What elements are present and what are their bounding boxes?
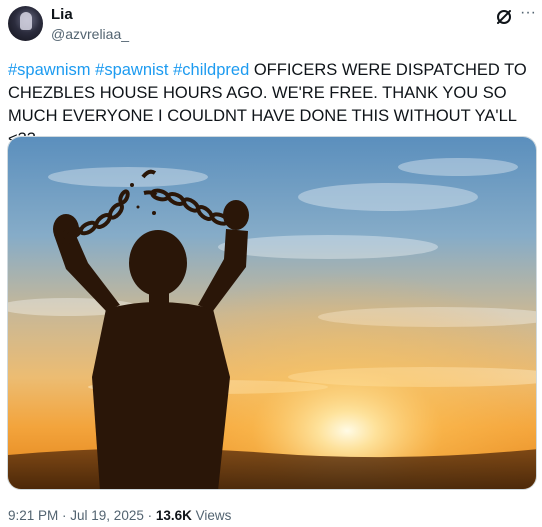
tweet: Lia @azvreliaa_ ··· #spawnism #spawnist …: [0, 0, 542, 527]
tweet-metadata: 9:21 PM · Jul 19, 2025 · 13.6K Views: [8, 507, 231, 524]
tweet-time[interactable]: 9:21 PM: [8, 508, 58, 523]
views-label: Views: [191, 508, 232, 523]
tweet-image[interactable]: [7, 136, 537, 490]
meta-separator: ·: [143, 508, 156, 523]
hashtag-link[interactable]: #spawnism: [8, 61, 91, 79]
grok-icon[interactable]: [495, 8, 513, 26]
author-name[interactable]: Lia: [51, 6, 73, 24]
tweet-date[interactable]: Jul 19, 2025: [70, 508, 144, 523]
sunset-silhouette-photo: [8, 137, 536, 489]
views-count: 13.6K: [155, 508, 192, 523]
author-handle[interactable]: @azvreliaa_: [51, 25, 129, 43]
hashtag-link[interactable]: #childpred: [173, 61, 249, 79]
more-options-icon[interactable]: ···: [519, 5, 537, 24]
meta-separator: ·: [58, 508, 71, 523]
profile-avatar[interactable]: [8, 6, 43, 41]
hashtag-link[interactable]: #spawnist: [95, 61, 168, 79]
